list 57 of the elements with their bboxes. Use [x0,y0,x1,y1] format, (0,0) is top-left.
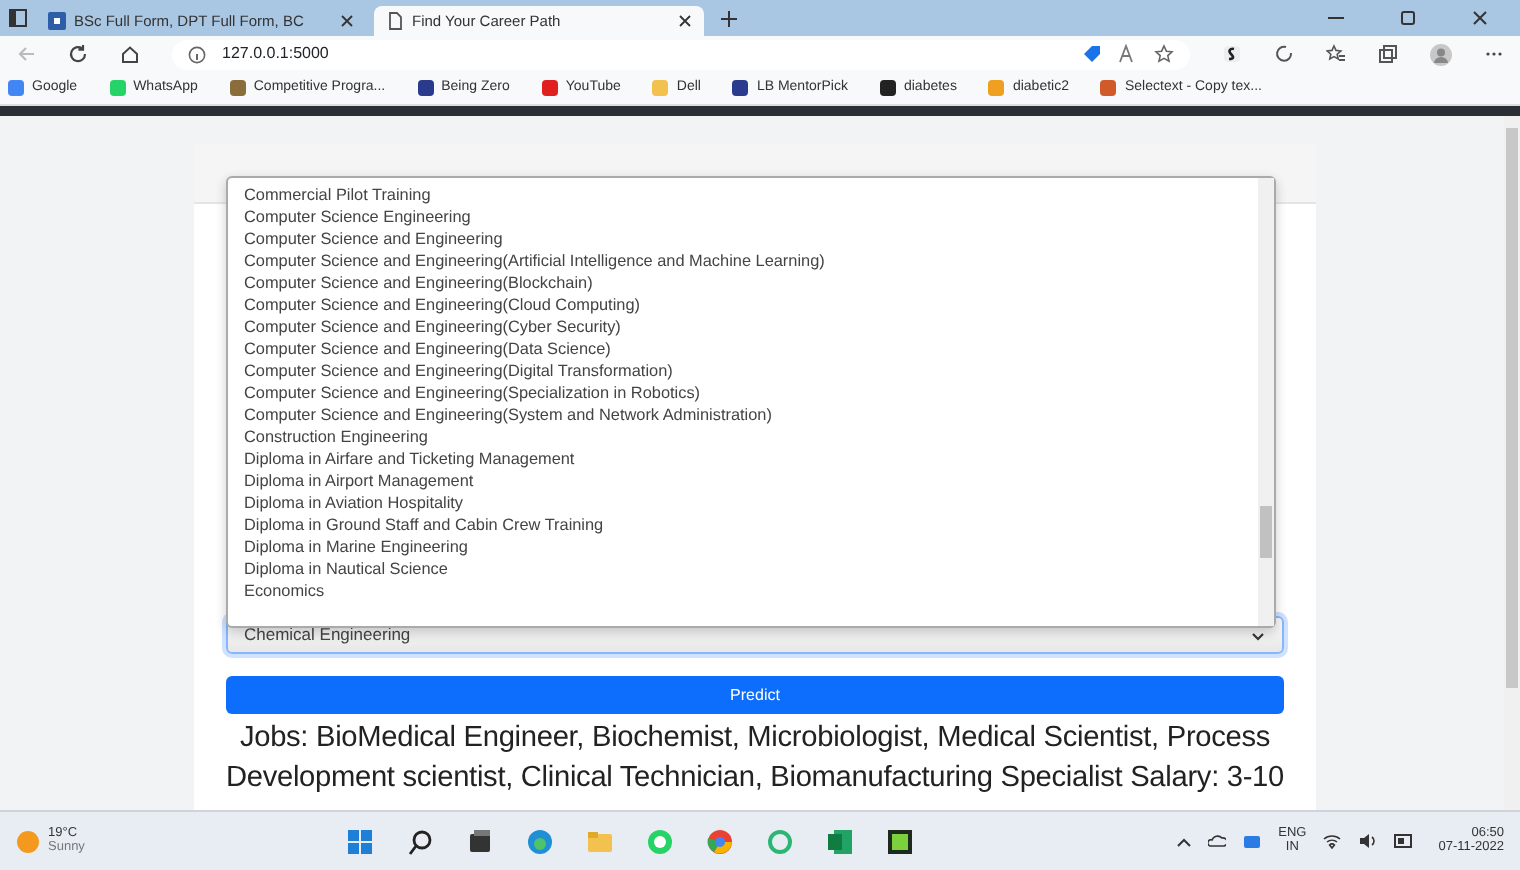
chevron-icon [1250,627,1266,643]
scrollbar[interactable] [1258,178,1274,626]
dropdown-option[interactable]: Computer Science and Engineering(Artificial Intelligence and Machine Learning) [244,252,825,270]
dropdown-option[interactable]: Computer Science and Engineering(Cloud Computing) [244,296,640,314]
profile-icon[interactable] [1430,43,1452,65]
predict-button[interactable]: Predict [226,676,1284,714]
dropdown-option[interactable]: Diploma in Nautical Science [244,560,448,578]
page-icon [386,12,404,30]
dropdown-option[interactable]: Commercial Pilot Training [244,186,431,204]
close-icon[interactable] [678,14,692,28]
address-bar[interactable]: 127.0.0.1:5000 [172,39,1190,69]
refresh-icon[interactable] [68,44,88,64]
dropdown-option[interactable]: Diploma in Airfare and Ticketing Management [244,450,575,468]
battery-icon[interactable] [1394,834,1415,848]
page-scrollbar[interactable] [1504,116,1520,810]
browser-icon[interactable] [526,827,555,855]
collections-icon[interactable] [1378,44,1398,64]
browser-icon[interactable] [706,827,735,855]
result-text: Jobs: BioMedical Engineer, Biochemist, Microbiologist, Medical Scientist, Process Development scientist, Clinical Technician, Biomanufacturing Specialist Salary: 3-10 [224,720,1286,798]
site-icon [48,12,66,30]
task-view-icon[interactable] [466,827,495,855]
dropdown-option[interactable]: Computer Science and Engineering(Specialization in Robotics) [244,384,701,402]
close-icon[interactable] [1468,6,1492,30]
favorites-icon[interactable] [1326,44,1346,64]
search-icon[interactable] [406,827,435,855]
info-icon [188,45,206,63]
dropdown-option[interactable]: Economics [244,582,325,600]
dropdown-option[interactable]: Computer Science and Engineering [244,230,503,248]
sun-icon [16,829,40,853]
home-icon[interactable] [120,44,140,64]
dropdown-option[interactable]: Diploma in Marine Engineering [244,538,468,556]
tag-icon[interactable] [1082,44,1102,64]
dropdown-option[interactable]: Computer Science and Engineering(System and Network Administration) [244,406,772,424]
new-tab-icon[interactable] [720,10,738,28]
read-aloud-icon[interactable] [1118,44,1138,64]
dropdown-option[interactable]: Diploma in Ground Staff and Cabin Crew Training [244,516,604,534]
dropdown-option[interactable]: Construction Engineering [244,428,428,446]
close-icon[interactable] [340,14,354,28]
dropdown-option[interactable]: Diploma in Aviation Hospitality [244,494,464,512]
maximize-icon[interactable] [1396,6,1420,30]
favorite-star-icon[interactable] [1154,44,1174,64]
dropdown-option[interactable]: Computer Science and Engineering(Digital Transformation) [244,362,673,380]
tab-actions-icon[interactable] [8,8,28,28]
extension-icon[interactable] [1222,44,1242,64]
wifi-icon[interactable] [1322,832,1343,850]
dropdown-option[interactable]: Computer Science Engineering [244,208,471,226]
dropdown-option[interactable]: Computer Science and Engineering(Data Science) [244,340,611,358]
url-text: 127.0.0.1:5000 [222,42,329,66]
dropdown-option[interactable]: Computer Science and Engineering(Cyber Security) [244,318,621,336]
chevron-up-icon[interactable] [1176,833,1193,849]
dropdown-option[interactable]: Diploma in Airport Management [244,472,474,490]
spreadsheet-icon[interactable] [826,827,855,855]
code-editor-icon[interactable] [886,827,915,855]
dropdown-option[interactable]: Computer Science and Engineering(Blockchain) [244,274,593,292]
start-icon[interactable] [346,827,375,855]
cloud-icon[interactable] [1208,832,1227,850]
speaker-icon[interactable] [1358,832,1379,850]
